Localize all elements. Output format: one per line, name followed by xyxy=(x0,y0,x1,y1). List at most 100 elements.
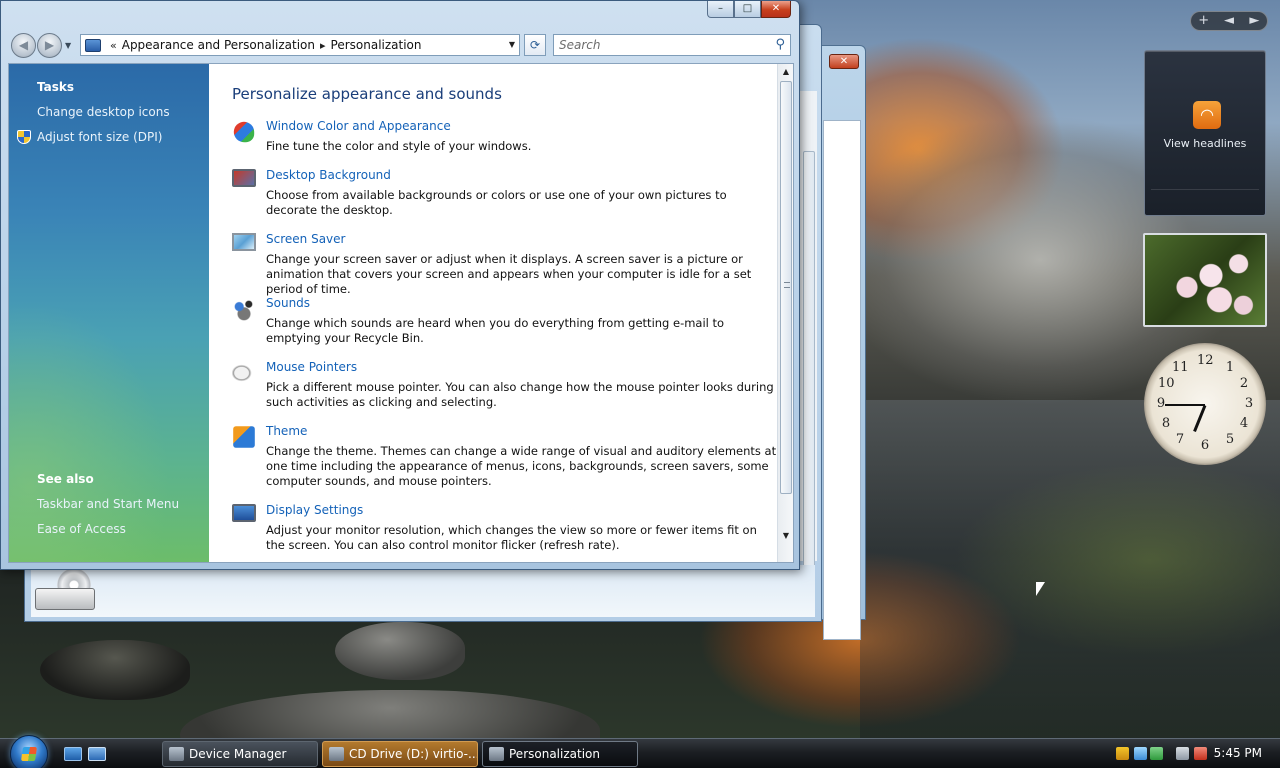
search-icon[interactable]: ⚲ xyxy=(775,37,785,52)
taskbar-button-cd-drive[interactable]: CD Drive (D:) virtio-... xyxy=(322,741,478,767)
feed-headlines-gadget[interactable]: ◠ View headlines xyxy=(1144,50,1266,216)
mouse-cursor-icon xyxy=(1036,582,1045,596)
window-content xyxy=(823,120,861,640)
clock-number: 2 xyxy=(1239,376,1249,391)
add-gadget-button[interactable]: + xyxy=(1191,12,1216,30)
clock-number: 4 xyxy=(1239,416,1249,431)
mouse-pointer-icon[interactable] xyxy=(232,361,256,385)
change-desktop-icons-link[interactable]: Change desktop icons xyxy=(37,105,170,119)
desktop-background-link[interactable]: Desktop Background xyxy=(266,168,391,182)
network-icon[interactable] xyxy=(1176,747,1189,760)
navigation-bar: ◀ ▶ ▼ « Appearance and Personalization ▸… xyxy=(9,31,793,59)
refresh-button[interactable]: ⟳ xyxy=(524,34,546,56)
display-settings-link[interactable]: Display Settings xyxy=(266,503,363,517)
next-page-button[interactable]: ► xyxy=(1242,12,1267,30)
caption-buttons: – □ ✕ xyxy=(707,1,791,18)
volume-muted-icon[interactable] xyxy=(1194,747,1207,760)
sounds-icon[interactable] xyxy=(232,297,256,321)
scrollbar-thumb[interactable] xyxy=(803,151,815,581)
scroll-up-button[interactable]: ▲ xyxy=(778,64,793,80)
view-headlines-link[interactable]: View headlines xyxy=(1145,137,1265,150)
close-button[interactable]: ✕ xyxy=(761,1,791,18)
personalization-icon xyxy=(489,747,504,761)
search-input[interactable] xyxy=(554,35,754,55)
palette-icon[interactable] xyxy=(233,121,255,143)
breadcrumb-appearance[interactable]: Appearance and Personalization xyxy=(122,38,315,52)
maximize-button[interactable]: □ xyxy=(734,1,761,18)
network-check-icon[interactable] xyxy=(1134,747,1147,760)
taskbar: Device Manager CD Drive (D:) virtio-... … xyxy=(0,735,1280,768)
chevron-down-icon[interactable]: ▼ xyxy=(509,40,515,49)
clock-gadget[interactable]: 12 1 2 3 4 5 6 7 8 9 10 11 xyxy=(1144,343,1266,465)
screen-saver-icon[interactable] xyxy=(232,233,256,251)
taskbar-button-personalization[interactable]: Personalization xyxy=(482,741,638,767)
desktop-background-icon[interactable] xyxy=(232,169,256,187)
feed-navigation xyxy=(1151,189,1259,209)
minimize-button[interactable]: – xyxy=(707,1,734,18)
display-settings-icon[interactable] xyxy=(232,504,256,522)
address-bar[interactable]: « Appearance and Personalization ▸ Perso… xyxy=(80,34,520,56)
clock-number: 8 xyxy=(1161,416,1171,431)
item-description: Change your screen saver or adjust when … xyxy=(266,252,752,296)
clock-number: 12 xyxy=(1197,353,1214,368)
task-pane: Tasks Change desktop icons Adjust font s… xyxy=(9,64,209,562)
taskbar-button-device-manager[interactable]: Device Manager xyxy=(162,741,318,767)
forward-button[interactable]: ▶ xyxy=(37,33,62,58)
clock-number: 7 xyxy=(1175,432,1185,447)
clock-number: 10 xyxy=(1158,376,1175,391)
rss-icon: ◠ xyxy=(1193,101,1221,129)
mouse-pointers-link[interactable]: Mouse Pointers xyxy=(266,360,357,374)
clock-number: 1 xyxy=(1225,360,1235,375)
tasks-heading: Tasks xyxy=(37,80,75,94)
scrollbar[interactable] xyxy=(799,91,817,581)
switch-windows-icon[interactable] xyxy=(88,747,106,761)
window-color-link[interactable]: Window Color and Appearance xyxy=(266,119,451,133)
system-clock[interactable]: 5:45 PM xyxy=(1214,746,1262,760)
theme-link[interactable]: Theme xyxy=(266,424,307,438)
cd-drive-icon xyxy=(35,568,99,612)
recent-pages-dropdown[interactable]: ▼ xyxy=(65,41,71,50)
item-description: Change the theme. Themes can change a wi… xyxy=(266,444,777,488)
clock-number: 6 xyxy=(1200,438,1210,453)
close-icon[interactable]: ✕ xyxy=(829,54,859,69)
drive-box-icon xyxy=(35,588,95,610)
task-label: Device Manager xyxy=(189,747,287,761)
minute-hand xyxy=(1165,404,1205,406)
search-box[interactable]: ⚲ xyxy=(553,34,791,56)
content-pane: Personalize appearance and sounds Window… xyxy=(209,64,777,562)
ease-of-access-link[interactable]: Ease of Access xyxy=(37,522,126,536)
sidebar-controls[interactable]: + ◄ ► xyxy=(1190,11,1268,31)
slideshow-gadget[interactable] xyxy=(1143,233,1267,327)
cd-drive-icon xyxy=(329,747,344,761)
clock-number: 3 xyxy=(1244,396,1254,411)
vertical-scrollbar[interactable]: ▲ ▼ xyxy=(777,64,793,562)
previous-page-button[interactable]: ◄ xyxy=(1216,12,1241,30)
item-description: Choose from available backgrounds or col… xyxy=(266,188,727,217)
adjust-font-size-link[interactable]: Adjust font size (DPI) xyxy=(37,130,162,144)
item-description: Fine tune the color and style of your wi… xyxy=(266,139,532,153)
rock xyxy=(335,622,465,680)
window-client-area: Tasks Change desktop icons Adjust font s… xyxy=(8,63,794,563)
personalization-window[interactable]: – □ ✕ ◀ ▶ ▼ « Appearance and Personaliza… xyxy=(0,0,800,570)
device-manager-icon xyxy=(169,747,184,761)
breadcrumb-overflow[interactable]: « xyxy=(110,39,117,52)
sounds-link[interactable]: Sounds xyxy=(266,296,310,310)
item-description: Pick a different mouse pointer. You can … xyxy=(266,380,774,409)
breadcrumb-separator-icon[interactable]: ▸ xyxy=(320,39,326,52)
screen-saver-link[interactable]: Screen Saver xyxy=(266,232,345,246)
uac-shield-icon xyxy=(17,130,31,144)
breadcrumb-personalization[interactable]: Personalization xyxy=(331,38,422,52)
control-panel-icon xyxy=(85,38,101,52)
theme-icon[interactable] xyxy=(233,426,255,448)
start-button[interactable] xyxy=(10,735,48,768)
scrollbar-thumb[interactable] xyxy=(780,81,792,494)
notification-area: 5:45 PM xyxy=(1110,739,1280,768)
security-shield-icon[interactable] xyxy=(1116,747,1129,760)
show-desktop-icon[interactable] xyxy=(64,747,82,761)
scroll-down-button[interactable]: ▼ xyxy=(778,528,793,544)
back-button[interactable]: ◀ xyxy=(11,33,36,58)
item-description: Change which sounds are heard when you d… xyxy=(266,316,725,345)
hour-hand xyxy=(1193,404,1207,433)
taskbar-start-menu-link[interactable]: Taskbar and Start Menu xyxy=(37,497,179,511)
update-icon[interactable] xyxy=(1150,747,1163,760)
